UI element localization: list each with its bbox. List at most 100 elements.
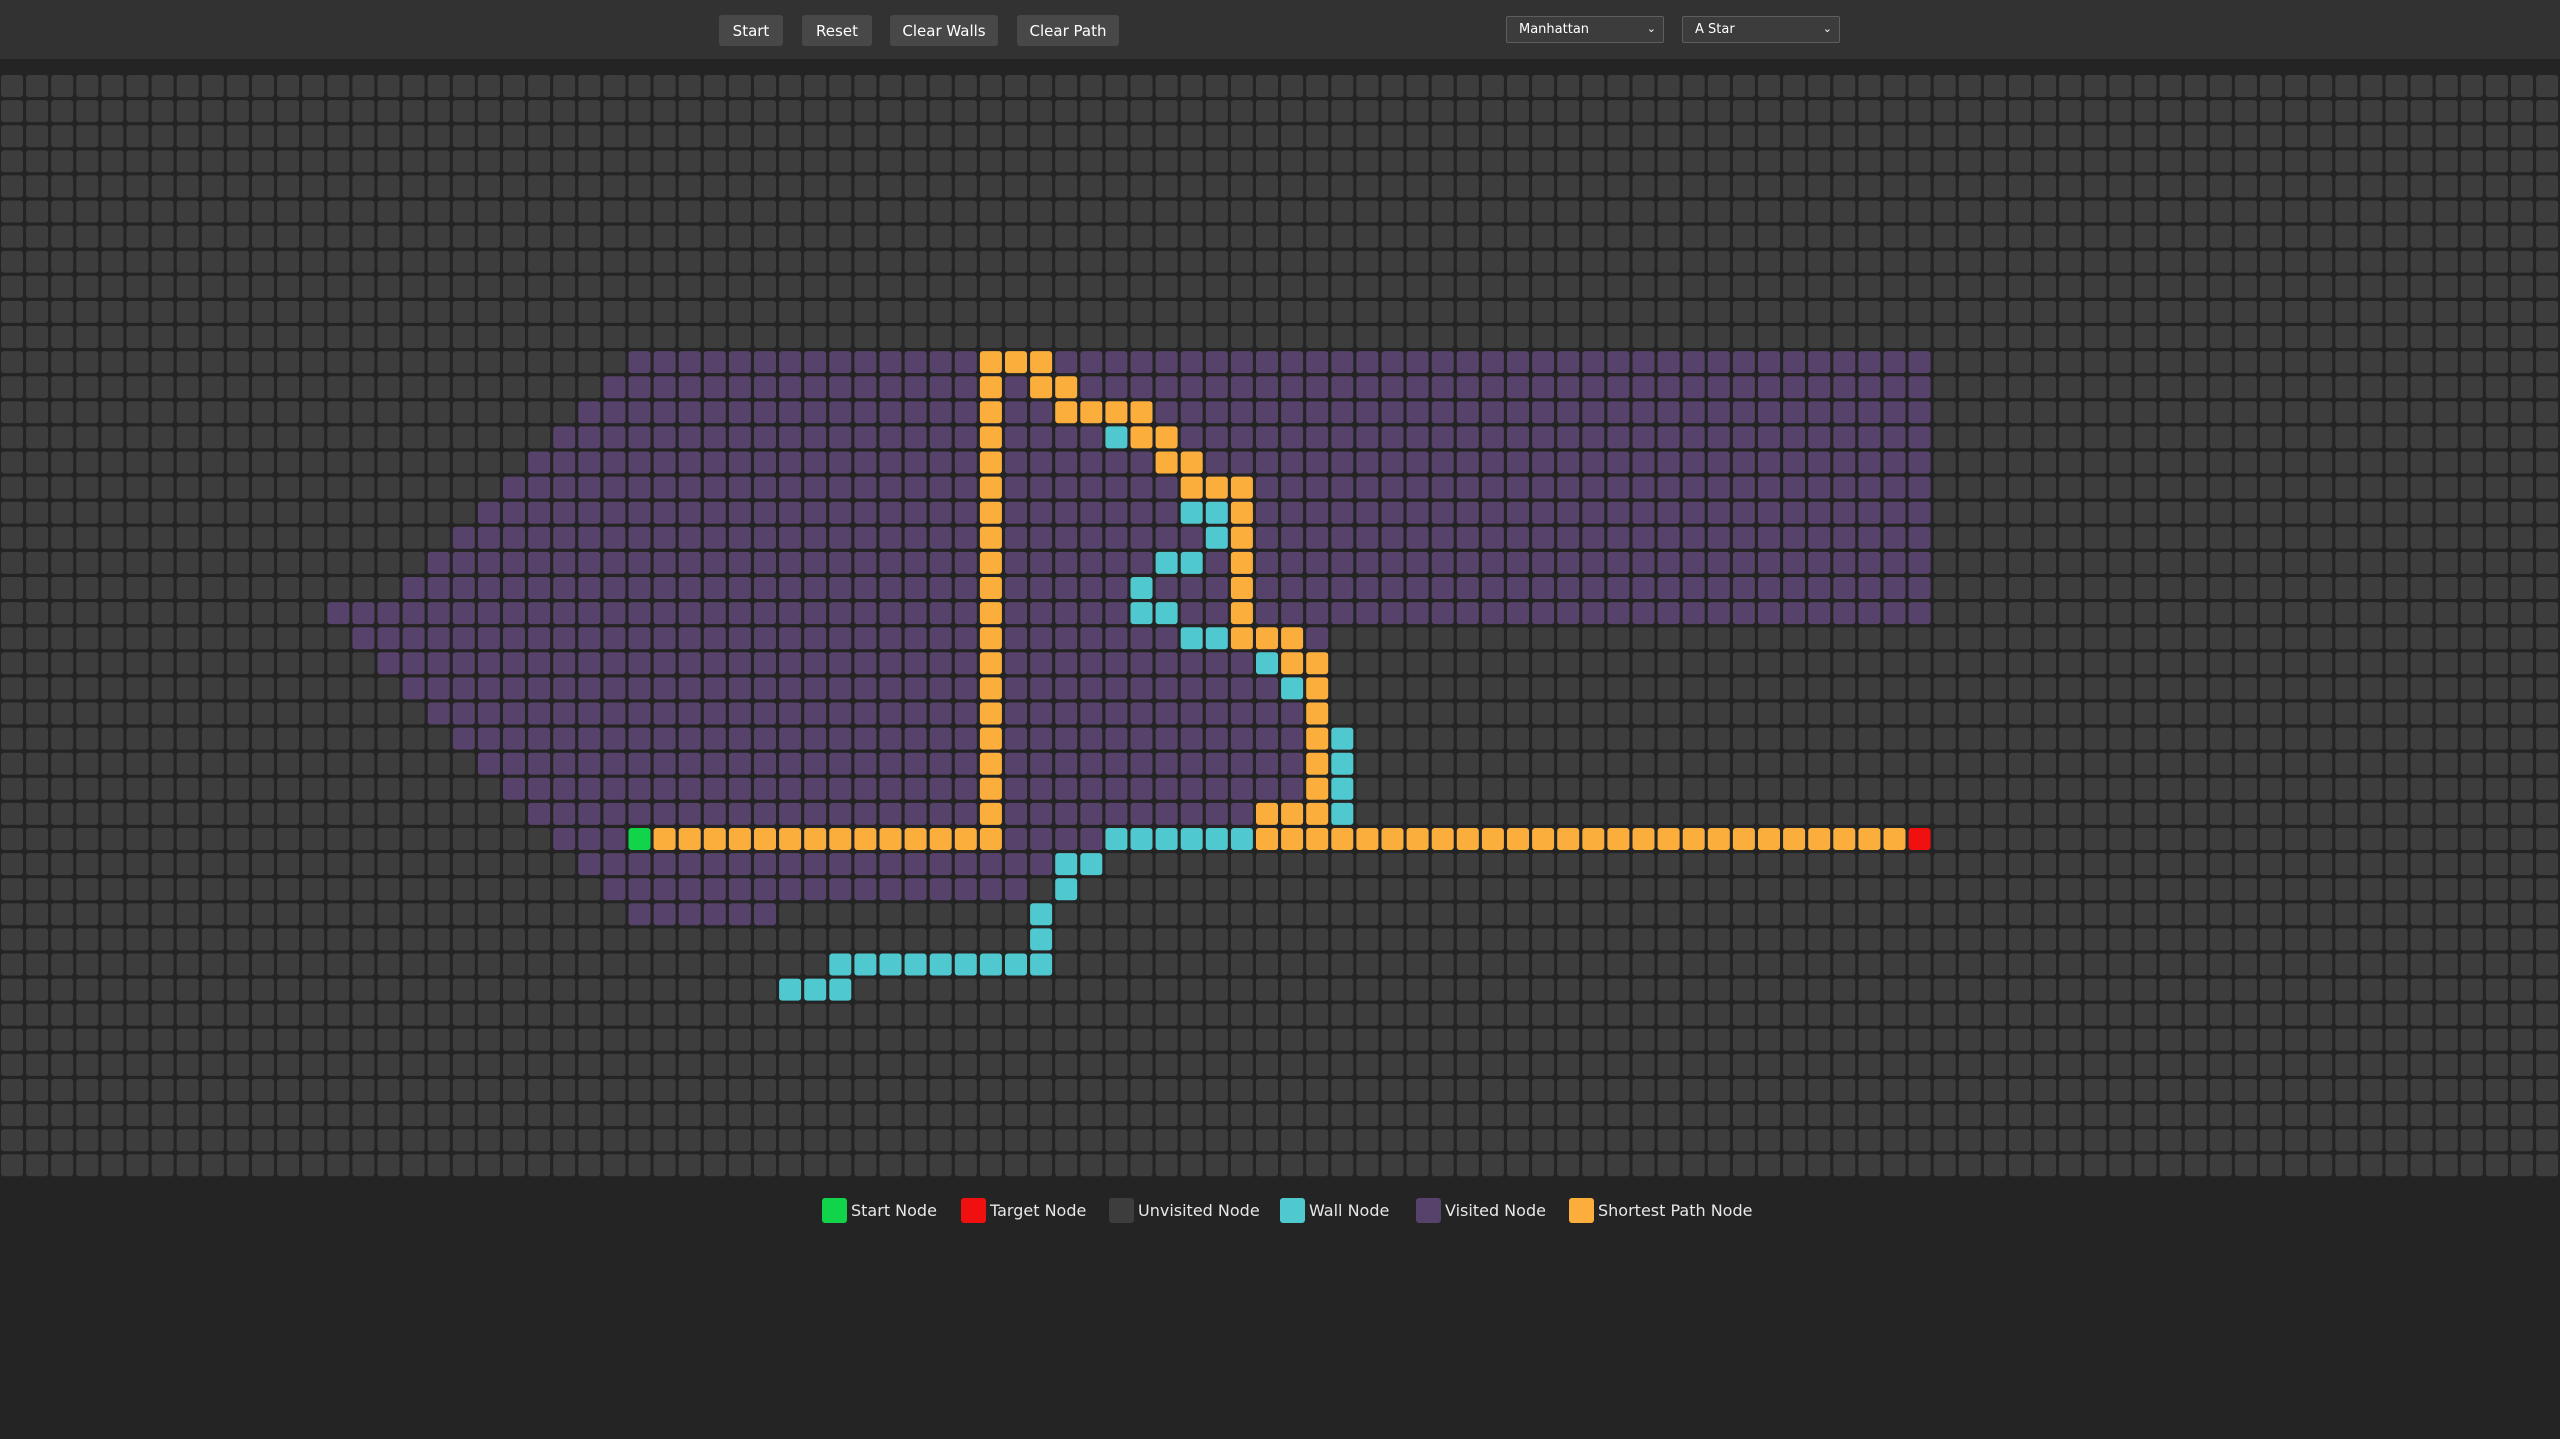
unvisited-node[interactable] xyxy=(1381,1154,1404,1177)
unvisited-node[interactable] xyxy=(2134,351,2157,374)
unvisited-node[interactable] xyxy=(2009,225,2031,248)
unvisited-node[interactable] xyxy=(2134,727,2157,750)
visited-node[interactable] xyxy=(1431,551,1454,574)
unvisited-node[interactable] xyxy=(2485,1129,2508,1152)
unvisited-node[interactable] xyxy=(503,351,525,374)
unvisited-node[interactable] xyxy=(578,300,601,323)
unvisited-node[interactable] xyxy=(1005,75,1027,97)
unvisited-node[interactable] xyxy=(2285,1079,2308,1101)
unvisited-node[interactable] xyxy=(854,1104,877,1127)
unvisited-node[interactable] xyxy=(528,300,551,323)
unvisited-node[interactable] xyxy=(2009,1003,2031,1026)
visited-node[interactable] xyxy=(1130,551,1153,574)
unvisited-node[interactable] xyxy=(151,351,174,374)
unvisited-node[interactable] xyxy=(2009,150,2031,173)
unvisited-node[interactable] xyxy=(2485,1053,2508,1076)
unvisited-node[interactable] xyxy=(2360,677,2383,700)
unvisited-node[interactable] xyxy=(678,275,701,298)
unvisited-node[interactable] xyxy=(979,1129,1002,1152)
unvisited-node[interactable] xyxy=(1933,326,1956,348)
unvisited-node[interactable] xyxy=(879,150,902,173)
unvisited-node[interactable] xyxy=(126,702,149,725)
unvisited-node[interactable] xyxy=(1732,250,1755,273)
unvisited-node[interactable] xyxy=(302,200,325,223)
unvisited-node[interactable] xyxy=(1256,100,1278,123)
unvisited-node[interactable] xyxy=(1180,1079,1203,1101)
unvisited-node[interactable] xyxy=(503,200,525,223)
unvisited-node[interactable] xyxy=(1281,1129,1304,1152)
unvisited-node[interactable] xyxy=(678,953,701,976)
unvisited-node[interactable] xyxy=(402,1053,425,1076)
unvisited-node[interactable] xyxy=(1707,1028,1730,1051)
visited-node[interactable] xyxy=(653,652,676,675)
unvisited-node[interactable] xyxy=(1030,275,1053,298)
unvisited-node[interactable] xyxy=(2159,75,2182,97)
unvisited-node[interactable] xyxy=(101,300,124,323)
unvisited-node[interactable] xyxy=(2260,878,2282,901)
unvisited-node[interactable] xyxy=(904,75,927,97)
unvisited-node[interactable] xyxy=(1808,677,1831,700)
unvisited-node[interactable] xyxy=(1958,677,1981,700)
visited-node[interactable] xyxy=(1758,602,1780,625)
unvisited-node[interactable] xyxy=(2234,727,2257,750)
visited-node[interactable] xyxy=(1030,526,1053,549)
unvisited-node[interactable] xyxy=(327,250,350,273)
unvisited-node[interactable] xyxy=(2084,752,2107,775)
visited-node[interactable] xyxy=(1481,426,1504,449)
unvisited-node[interactable] xyxy=(2536,577,2559,599)
visited-node[interactable] xyxy=(628,878,651,901)
visited-node[interactable] xyxy=(779,501,802,524)
unvisited-node[interactable] xyxy=(503,150,525,173)
visited-node[interactable] xyxy=(628,752,651,775)
unvisited-node[interactable] xyxy=(1205,1104,1228,1127)
unvisited-node[interactable] xyxy=(2234,200,2257,223)
visited-node[interactable] xyxy=(1833,577,1856,599)
unvisited-node[interactable] xyxy=(101,1003,124,1026)
unvisited-node[interactable] xyxy=(2410,451,2433,474)
visited-node[interactable] xyxy=(1657,451,1680,474)
unvisited-node[interactable] xyxy=(2485,125,2508,148)
unvisited-node[interactable] xyxy=(1281,853,1304,876)
unvisited-node[interactable] xyxy=(879,326,902,348)
unvisited-node[interactable] xyxy=(1632,903,1655,926)
unvisited-node[interactable] xyxy=(2260,928,2282,951)
unvisited-node[interactable] xyxy=(1306,1053,1329,1076)
unvisited-node[interactable] xyxy=(2009,476,2031,499)
unvisited-node[interactable] xyxy=(277,1129,300,1152)
unvisited-node[interactable] xyxy=(1507,150,1529,173)
unvisited-node[interactable] xyxy=(2310,551,2333,574)
visited-node[interactable] xyxy=(1456,426,1479,449)
path-node[interactable] xyxy=(1331,828,1354,850)
unvisited-node[interactable] xyxy=(2084,577,2107,599)
visited-node[interactable] xyxy=(1105,376,1128,399)
unvisited-node[interactable] xyxy=(1180,326,1203,348)
visited-node[interactable] xyxy=(1306,476,1329,499)
unvisited-node[interactable] xyxy=(2009,526,2031,549)
unvisited-node[interactable] xyxy=(2084,351,2107,374)
unvisited-node[interactable] xyxy=(1883,777,1906,800)
unvisited-node[interactable] xyxy=(226,225,249,248)
unvisited-node[interactable] xyxy=(2511,451,2533,474)
visited-node[interactable] xyxy=(1557,351,1580,374)
path-node[interactable] xyxy=(979,401,1002,424)
path-node[interactable] xyxy=(1230,476,1253,499)
unvisited-node[interactable] xyxy=(879,225,902,248)
visited-node[interactable] xyxy=(1030,551,1053,574)
unvisited-node[interactable] xyxy=(1,326,23,348)
unvisited-node[interactable] xyxy=(1005,125,1027,148)
unvisited-node[interactable] xyxy=(76,526,99,549)
unvisited-node[interactable] xyxy=(402,1028,425,1051)
visited-node[interactable] xyxy=(427,602,450,625)
unvisited-node[interactable] xyxy=(26,903,49,926)
unvisited-node[interactable] xyxy=(1607,300,1630,323)
unvisited-node[interactable] xyxy=(1130,100,1153,123)
unvisited-node[interactable] xyxy=(1256,903,1278,926)
unvisited-node[interactable] xyxy=(1657,1129,1680,1152)
visited-node[interactable] xyxy=(1356,526,1379,549)
unvisited-node[interactable] xyxy=(1808,752,1831,775)
unvisited-node[interactable] xyxy=(1707,677,1730,700)
unvisited-node[interactable] xyxy=(1481,1028,1504,1051)
unvisited-node[interactable] xyxy=(1381,250,1404,273)
unvisited-node[interactable] xyxy=(1431,953,1454,976)
unvisited-node[interactable] xyxy=(2310,501,2333,524)
